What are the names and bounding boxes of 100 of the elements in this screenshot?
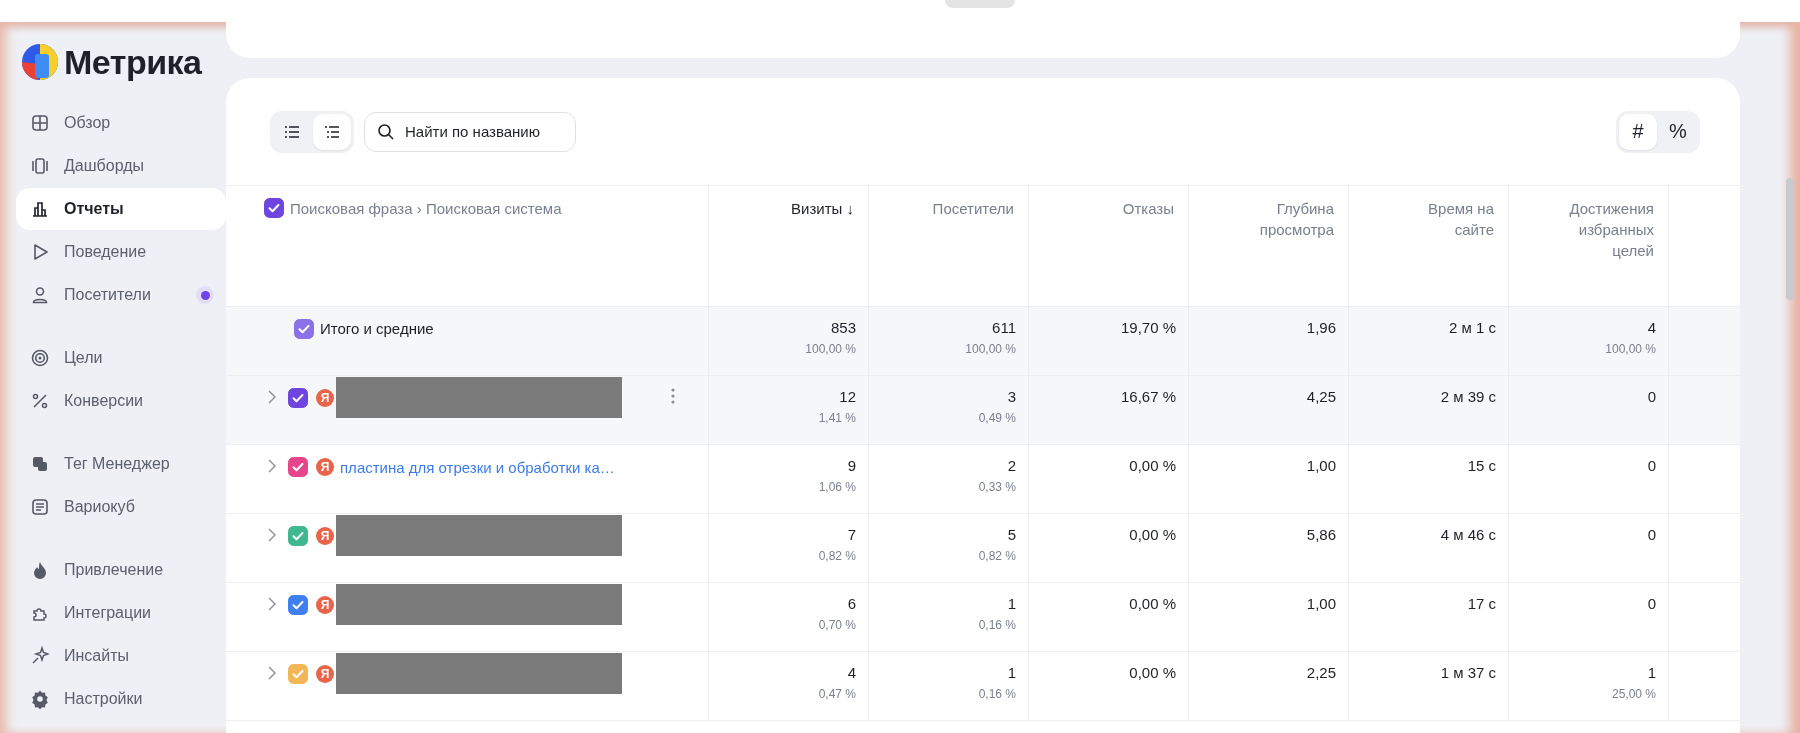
table-cell: 1,96 (1306, 319, 1336, 336)
column-header[interactable]: Глубина просмотра (1229, 198, 1334, 240)
table-cell: 6 (847, 595, 856, 612)
tree-list-icon (324, 124, 340, 139)
column-header[interactable]: Посетители (932, 198, 1014, 219)
chevron-icon[interactable] (268, 528, 276, 542)
chevron-icon[interactable] (268, 459, 276, 473)
scrollbar[interactable] (1786, 178, 1794, 300)
checkbox[interactable] (288, 388, 308, 408)
column-header[interactable]: Отказы (1122, 198, 1174, 219)
more-icon[interactable] (671, 388, 675, 404)
search-field[interactable]: Найти по названию (364, 111, 576, 152)
column-header[interactable]: Визиты ↓ (791, 198, 854, 219)
table-cell: 7 (847, 526, 856, 543)
share-text: 0,47 % (818, 687, 856, 701)
table-cell: 17 с (1467, 595, 1496, 612)
checkbox[interactable] (288, 595, 308, 615)
table-cell: 16,67 % (1120, 388, 1176, 405)
tree-view-button[interactable] (313, 113, 351, 150)
table-cell: 5 (1007, 526, 1016, 543)
table-cell: 0,00 % (1129, 664, 1176, 681)
unit-toggle[interactable]: # (1619, 113, 1657, 150)
table-row[interactable]: Я 12 1,41 % 3 0,49 % 16,67 % 4,25 2 м 39 с 0 (226, 376, 1740, 445)
search-phrase-link[interactable]: пластина для отрезки и обработки ка… (340, 459, 615, 476)
table-row[interactable]: Я 4 0,47 % 1 0,16 % 0,00 % 2,25 1 м 37 с 1 25,00 % (226, 652, 1740, 721)
table-cell: 0,00 % (1129, 526, 1176, 543)
nav-item[interactable]: Вариокуб (16, 486, 226, 528)
column-header[interactable]: Достижения избранных целей (1549, 198, 1654, 261)
share-text: 0,82 % (978, 549, 1016, 563)
table-cell: 19,70 % (1120, 319, 1176, 336)
table-cell: 2 м 39 с (1440, 388, 1496, 405)
nav-item[interactable]: Обзор (16, 102, 226, 144)
nav-item[interactable]: Инсайты (16, 635, 226, 677)
table-cell: 1 (1647, 664, 1656, 681)
chevron-icon[interactable] (268, 666, 276, 680)
table-row[interactable]: Я 7 0,82 % 5 0,82 % 0,00 % 5,86 4 м 46 с 0 (226, 514, 1740, 583)
nav-item[interactable]: Настройки (16, 678, 226, 720)
panels-icon (30, 156, 50, 176)
squares-icon (30, 454, 50, 474)
nav-item[interactable]: Дашборды (16, 145, 226, 187)
total-label: Итого и средние (320, 319, 434, 337)
table-cell: 15 с (1467, 457, 1496, 474)
table-cell: 4,25 (1306, 388, 1336, 405)
table-cell: 4 м 46 с (1440, 526, 1496, 543)
table-cell: 12 (839, 388, 856, 405)
table-cell: 1 (1007, 664, 1016, 681)
table-cell: 611 (992, 319, 1016, 336)
settings-icon (30, 689, 50, 709)
table-cell: 5,86 (1306, 526, 1336, 543)
column-header[interactable]: Поисковая фраза › Поисковая система (290, 198, 562, 219)
search-engine-icon: Я (316, 458, 334, 476)
search-engine-icon: Я (316, 596, 334, 614)
target-icon (30, 348, 50, 368)
share-text: 100,00 % (965, 342, 1016, 356)
bar-chart-icon (30, 199, 50, 219)
nav-item[interactable]: Интеграции (16, 592, 226, 634)
checkbox[interactable] (288, 664, 308, 684)
table-cell: 1 м 37 с (1440, 664, 1496, 681)
person-icon (30, 285, 50, 305)
nav-item[interactable]: Посетители (16, 274, 226, 316)
table-cell: 0 (1647, 457, 1656, 474)
nav-item[interactable]: Привлечение (16, 549, 226, 591)
share-text: 1,06 % (818, 480, 856, 494)
checkbox[interactable] (264, 198, 284, 218)
share-text: 100,00 % (805, 342, 856, 356)
nav-item[interactable]: Тег Менеджер (16, 443, 226, 485)
column-header[interactable]: Время на сайте (1389, 198, 1494, 240)
share-text: 0,49 % (978, 411, 1016, 425)
checkbox[interactable] (288, 457, 308, 477)
checkbox[interactable] (294, 319, 314, 339)
checkbox[interactable] (288, 526, 308, 546)
table-cell: 1,00 (1306, 595, 1336, 612)
logo-text: Метрика (64, 42, 202, 82)
nav-item[interactable]: Отчеты (16, 188, 226, 230)
table-cell: 1,00 (1306, 457, 1336, 474)
table-row[interactable]: Я пластина для отрезки и обработки ка… 9 1,06 % 2 0,33 % 0,00 % 1,00 15 с 0 (226, 445, 1740, 514)
logo-icon (20, 42, 60, 82)
share-text: 1,41 % (818, 411, 856, 425)
share-text: 0,33 % (978, 480, 1016, 494)
table-cell: 0 (1647, 595, 1656, 612)
nav-item[interactable]: Конверсии (16, 380, 226, 422)
share-text: 0,16 % (978, 618, 1016, 632)
unit-toggle[interactable]: % (1659, 113, 1697, 150)
percent-icon (30, 391, 50, 411)
chevron-icon[interactable] (268, 597, 276, 611)
table-cell: 0,00 % (1129, 457, 1176, 474)
list-icon (284, 124, 300, 139)
table-row[interactable]: Я 6 0,70 % 1 0,16 % 0,00 % 1,00 17 с 0 (226, 583, 1740, 652)
nav-item[interactable]: Цели (16, 337, 226, 379)
table-cell: 3 (1007, 388, 1016, 405)
share-text: 25,00 % (1611, 687, 1656, 701)
tab-handle[interactable] (945, 0, 1015, 8)
table-cell: 0 (1647, 526, 1656, 543)
chevron-icon[interactable] (268, 390, 276, 404)
table-cell: 0 (1647, 388, 1656, 405)
share-text: 0,70 % (818, 618, 856, 632)
nav-item[interactable]: Поведение (16, 231, 226, 273)
search-icon (377, 122, 395, 141)
table-cell: 1 (1007, 595, 1016, 612)
table-cell: 2,25 (1306, 664, 1336, 681)
